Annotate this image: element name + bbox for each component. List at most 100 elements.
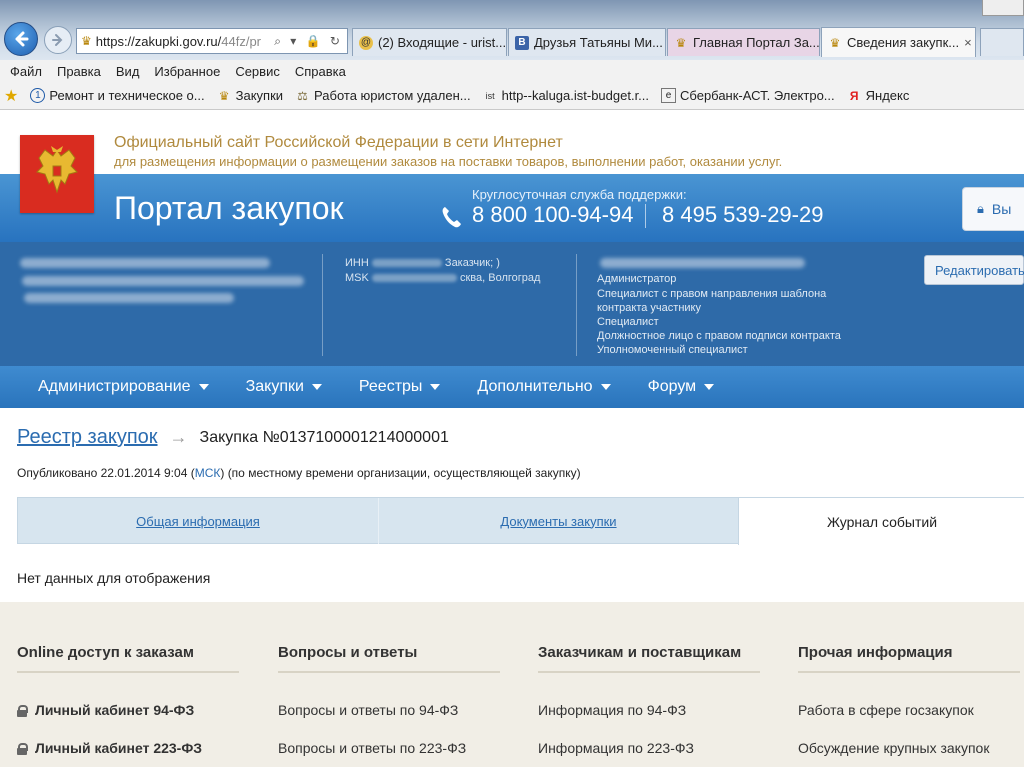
role-admin: Администратор bbox=[597, 273, 677, 285]
address-url[interactable]: https://zakupki.gov.ru/44fz/pr bbox=[96, 34, 274, 49]
browser-tab-inbox[interactable]: @ (2) Входящие - urist... bbox=[352, 28, 507, 56]
footer-link-info-94[interactable]: Информация по 94-ФЗ bbox=[538, 702, 686, 718]
yandex-icon: Я bbox=[849, 88, 859, 103]
favorites-star-icon[interactable]: ★ bbox=[4, 86, 18, 106]
page-title: Закупка №0137100001214000001 bbox=[199, 428, 449, 446]
site-title: Официальный сайт Российской Федерации в … bbox=[114, 134, 563, 151]
tab-label: Сведения закупк... bbox=[847, 35, 960, 50]
menu-file[interactable]: Файл bbox=[10, 64, 42, 79]
chevron-down-icon bbox=[430, 384, 441, 390]
favorite-link[interactable]: ♛ Закупки bbox=[217, 88, 283, 103]
new-tab-button[interactable] bbox=[980, 28, 1024, 56]
forward-button[interactable] bbox=[44, 26, 72, 54]
menu-view[interactable]: Вид bbox=[116, 64, 140, 79]
role-authorized-specialist: Уполномоченный специалист bbox=[597, 344, 748, 356]
eagle-icon: ♛ bbox=[675, 35, 687, 50]
moscow-phone: 8 495 539-29-29 bbox=[662, 202, 824, 227]
footer-link-info-223[interactable]: Информация по 223-ФЗ bbox=[538, 740, 694, 756]
logout-button[interactable]: 🔒︎ Вы bbox=[962, 187, 1024, 231]
eagle-icon: ♛ bbox=[218, 88, 230, 103]
address-bar-icons[interactable]: ⌕ ▾ 🔒 ↻ bbox=[274, 34, 343, 49]
arrow-right-icon: → bbox=[169, 427, 188, 447]
redacted-inn bbox=[371, 259, 442, 268]
footer-link-qa-223[interactable]: Вопросы и ответы по 223-ФЗ bbox=[278, 740, 466, 756]
portal-title[interactable]: Портал закупок bbox=[114, 190, 344, 227]
chevron-down-icon bbox=[198, 384, 209, 390]
breadcrumb: Реестр закупок → Закупка №01371000012140… bbox=[17, 426, 449, 449]
footer-link-cabinet-94[interactable]: Личный кабинет 94-ФЗ bbox=[17, 702, 194, 718]
tab-label: Друзья Татьяны Ми... bbox=[534, 35, 663, 50]
tab-event-log[interactable]: Журнал событий bbox=[738, 498, 1024, 545]
footer-column-online-access: Online доступ к заказам Личный кабинет 9… bbox=[17, 644, 239, 756]
favorites-bar: ★ 1 Ремонт и техническое о... ♛ Закупки ⚖ Р… bbox=[0, 82, 1024, 110]
logout-label: Вы bbox=[991, 201, 1012, 217]
favorite-link[interactable]: ist http--kaluga.ist-budget.r... bbox=[483, 88, 649, 103]
redacted-name bbox=[20, 258, 270, 268]
site-subtitle: для размещения информации о размещении з… bbox=[114, 154, 783, 169]
tab-general-info[interactable]: Общая информация bbox=[18, 498, 378, 544]
window-controls[interactable] bbox=[982, 0, 1024, 16]
nav-administration[interactable]: Администрирование bbox=[38, 378, 209, 396]
phone-icon bbox=[442, 207, 461, 228]
favorite-link[interactable]: 1 Ремонт и техническое о... bbox=[30, 88, 205, 103]
purchase-tabs: Общая информация Документы закупки Журна… bbox=[17, 497, 1024, 545]
menu-edit[interactable]: Правка bbox=[57, 64, 101, 79]
redacted-name bbox=[22, 276, 304, 286]
role-specialist: Специалист bbox=[597, 316, 659, 328]
lock-icon bbox=[17, 742, 28, 755]
support-label: Круглосуточная служба поддержки: bbox=[472, 187, 687, 202]
user-band-divider bbox=[576, 254, 577, 356]
menu-tools[interactable]: Сервис bbox=[235, 64, 280, 79]
close-tab-icon[interactable]: × bbox=[964, 35, 972, 50]
breadcrumb-registry-link[interactable]: Реестр закупок bbox=[17, 426, 158, 449]
back-arrow-icon bbox=[15, 31, 29, 47]
page-icon: ist bbox=[485, 90, 495, 101]
forward-arrow-icon bbox=[52, 34, 63, 46]
tab-label: Главная Портал За... bbox=[693, 35, 820, 50]
chevron-down-icon bbox=[600, 384, 611, 390]
nav-additional[interactable]: Дополнительно bbox=[477, 378, 611, 396]
info-icon: 1 bbox=[30, 88, 46, 103]
favorite-link[interactable]: Я Яндекс bbox=[847, 88, 910, 103]
lock-icon: 🔒︎ bbox=[977, 201, 984, 216]
user-band-divider bbox=[322, 254, 323, 356]
favorite-link[interactable]: e Сбербанк-АСТ. Электро... bbox=[661, 88, 835, 103]
nav-registries[interactable]: Реестры bbox=[359, 378, 441, 396]
footer-heading: Заказчикам и поставщикам bbox=[538, 644, 760, 673]
menu-favorites[interactable]: Избранное bbox=[154, 64, 220, 79]
nav-purchases[interactable]: Закупки bbox=[246, 378, 322, 396]
mail-icon: @ bbox=[359, 35, 373, 50]
footer-heading: Прочая информация bbox=[798, 644, 1020, 673]
hotline-phone: 8 800 100-94-94 bbox=[472, 202, 634, 227]
timezone-label: МСК bbox=[194, 466, 221, 480]
edit-profile-button[interactable]: Редактировать bbox=[924, 255, 1024, 285]
scales-icon: ⚖ bbox=[297, 88, 308, 103]
menu-bar: Файл Правка Вид Избранное Сервис Справка bbox=[0, 60, 1024, 82]
footer-column-customers-suppliers: Заказчикам и поставщикам Информация по 9… bbox=[538, 644, 760, 756]
favorite-link[interactable]: ⚖ Работа юристом удален... bbox=[295, 88, 470, 103]
footer-heading: Online доступ к заказам bbox=[17, 644, 239, 673]
tab-documents[interactable]: Документы закупки bbox=[378, 498, 738, 544]
footer-link-cabinet-223[interactable]: Личный кабинет 223-ФЗ bbox=[17, 740, 202, 756]
tab-label: (2) Входящие - urist... bbox=[378, 35, 507, 50]
double-headed-eagle-icon bbox=[36, 146, 78, 194]
coat-of-arms-logo[interactable] bbox=[20, 135, 94, 213]
footer-link-careers[interactable]: Работа в сфере госзакупок bbox=[798, 702, 974, 718]
browser-tab-active[interactable]: ♛ Сведения закупк... × bbox=[821, 27, 976, 57]
chevron-down-icon bbox=[704, 384, 715, 390]
eagle-icon: ♛ bbox=[829, 35, 841, 50]
footer-link-qa-94[interactable]: Вопросы и ответы по 94-ФЗ bbox=[278, 702, 458, 718]
lock-icon bbox=[17, 704, 28, 717]
browser-tab-portal-main[interactable]: ♛ Главная Портал За... bbox=[667, 28, 820, 56]
menu-help[interactable]: Справка bbox=[295, 64, 346, 79]
ie-page-icon: e bbox=[661, 88, 677, 103]
nav-forum[interactable]: Форум bbox=[648, 378, 715, 396]
footer-link-large-purchases[interactable]: Обсуждение крупных закупок bbox=[798, 740, 989, 756]
redacted-name bbox=[24, 293, 234, 303]
address-bar[interactable]: ♛ https://zakupki.gov.ru/44fz/pr ⌕ ▾ 🔒 ↻ bbox=[76, 28, 348, 54]
browser-tab-vk[interactable]: В Друзья Татьяны Ми... bbox=[508, 28, 666, 56]
footer-column-qa: Вопросы и ответы Вопросы и ответы по 94-… bbox=[278, 644, 500, 756]
back-button[interactable] bbox=[4, 22, 38, 56]
footer-heading: Вопросы и ответы bbox=[278, 644, 500, 673]
site-favicon-icon: ♛ bbox=[81, 34, 92, 48]
